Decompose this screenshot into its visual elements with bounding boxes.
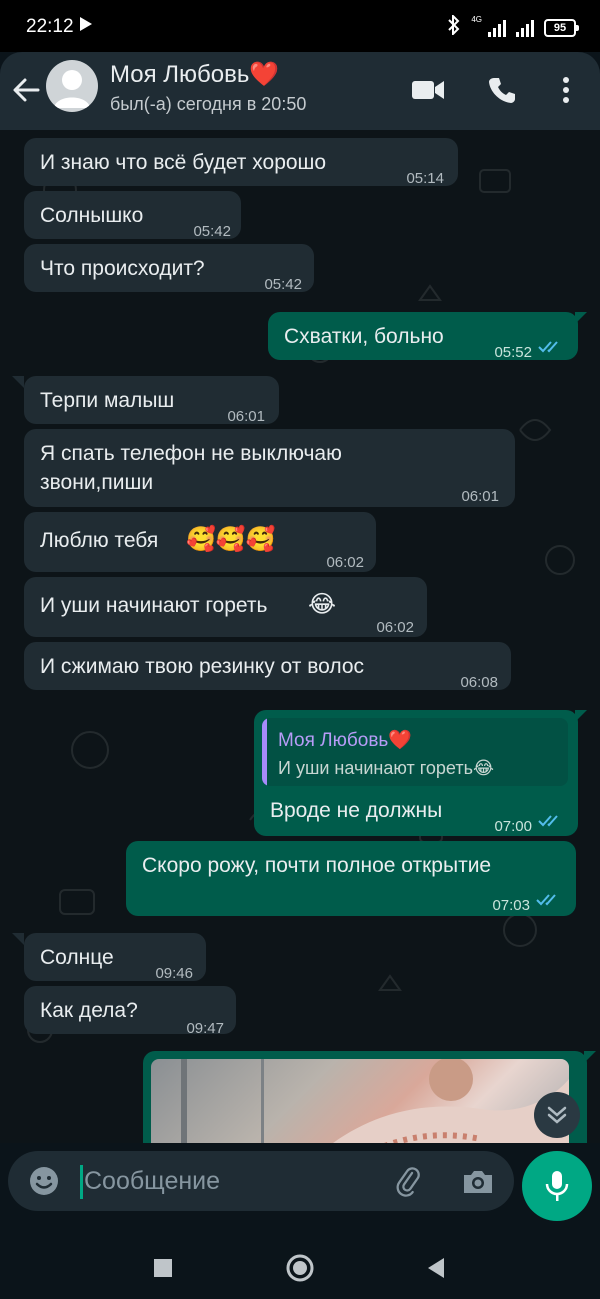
- message-incoming[interactable]: Солнышко 05:42: [24, 191, 241, 240]
- arrow-left-icon[interactable]: [8, 72, 44, 108]
- phone-icon[interactable]: [482, 70, 522, 110]
- last-seen-status: был(-а) сегодня в 20:50: [110, 94, 307, 114]
- recents-square-icon[interactable]: [148, 1253, 178, 1283]
- quoted-author: Моя Любовь❤️: [278, 730, 412, 751]
- message-text: И сжимаю твою резинку от волос: [40, 655, 365, 678]
- message-time: 06:08: [460, 674, 498, 691]
- message-text: Скоро рожу, почти полное открытие: [142, 854, 492, 877]
- message-text: И знаю что всё будет хорошо: [40, 151, 327, 174]
- video-call-icon[interactable]: [408, 70, 448, 110]
- message-incoming[interactable]: Я спать телефон не выключаю звони,пиши 0…: [24, 429, 515, 507]
- back-triangle-icon[interactable]: [422, 1253, 452, 1283]
- smiling-hearts-emoji: 🥰🥰🥰: [186, 525, 276, 553]
- message-time: 06:02: [326, 554, 364, 571]
- quote-accent-bar: [262, 718, 267, 786]
- message-text: Люблю тебя: [40, 529, 159, 552]
- bubble-tail: [12, 933, 24, 945]
- message-time: 09:47: [186, 1020, 224, 1037]
- message-time: 06:02: [376, 619, 414, 636]
- bluetooth-icon: [447, 13, 461, 40]
- media-playing-icon: [80, 17, 92, 31]
- status-time: 22:12: [26, 16, 74, 37]
- message-list[interactable]: И знаю что всё будет хорошо 05:14 Солныш…: [0, 130, 600, 1143]
- message-time: 05:42: [193, 223, 231, 240]
- bubble-tail: [12, 376, 24, 388]
- message-text: Солнце: [40, 946, 114, 969]
- message-text-line: Я спать телефон не выключаю: [40, 442, 342, 465]
- double-chevron-down-icon[interactable]: [534, 1092, 580, 1138]
- quoted-text: И уши начинают гореть😂: [278, 758, 494, 778]
- message-time: 07:00: [494, 818, 532, 835]
- message-input[interactable]: [84, 1163, 384, 1199]
- status-indicators: 4G 95: [447, 13, 579, 40]
- message-incoming[interactable]: Люблю тебя 🥰🥰🥰 06:02: [24, 512, 376, 572]
- battery-icon: 95: [544, 18, 579, 37]
- message-time: 06:01: [461, 488, 499, 505]
- camera-icon[interactable]: [460, 1163, 496, 1199]
- system-navigation-bar: [0, 1233, 600, 1299]
- message-incoming[interactable]: И сжимаю твою резинку от волос 06:08: [24, 642, 511, 691]
- network-type: 4G: [471, 15, 482, 24]
- message-incoming[interactable]: Как дела? 09:47: [24, 986, 236, 1037]
- message-incoming[interactable]: Что происходит? 05:42: [24, 244, 314, 293]
- avatar[interactable]: [46, 60, 98, 112]
- photo-preview[interactable]: [151, 1059, 569, 1143]
- chat-header: Моя Любовь❤️ был(-а) сегодня в 20:50: [0, 52, 600, 130]
- message-time: 07:03: [492, 897, 530, 914]
- quoted-message[interactable]: Моя Любовь❤️ И уши начинают гореть😂: [262, 718, 568, 786]
- read-ticks-icon: [538, 815, 558, 827]
- message-text: Как дела?: [40, 999, 138, 1022]
- signal-icon-2: [516, 19, 534, 37]
- read-ticks-icon: [538, 341, 558, 353]
- emoji-icon[interactable]: [26, 1163, 62, 1199]
- message-time: 06:01: [227, 408, 265, 425]
- message-text-line: звони,пиши: [40, 471, 154, 494]
- message-outgoing[interactable]: Скоро рожу, почти полное открытие 07:03: [126, 841, 576, 916]
- composer-bar: [0, 1143, 600, 1233]
- message-text: Солнышко: [40, 204, 144, 227]
- read-ticks-icon: [536, 894, 556, 906]
- message-incoming[interactable]: Терпи малыш 06:01: [24, 376, 279, 425]
- message-text: Что происходит?: [40, 257, 205, 280]
- status-bar: 22:12 4G 95: [0, 0, 600, 52]
- message-time: 05:42: [264, 276, 302, 293]
- message-time: 09:46: [155, 965, 193, 982]
- message-time: 05:14: [406, 170, 444, 187]
- message-text: Вроде не должны: [270, 799, 443, 822]
- message-outgoing-reply[interactable]: Моя Любовь❤️ И уши начинают гореть😂 Врод…: [254, 710, 578, 836]
- message-incoming[interactable]: И знаю что всё будет хорошо 05:14: [24, 138, 458, 187]
- message-incoming[interactable]: Солнце 09:46: [24, 933, 206, 982]
- message-text: Схватки, больно: [284, 325, 444, 348]
- home-circle-icon[interactable]: [285, 1253, 315, 1283]
- more-vertical-icon[interactable]: [546, 70, 586, 110]
- paperclip-icon[interactable]: [390, 1163, 426, 1199]
- contact-name[interactable]: Моя Любовь❤️: [110, 60, 279, 89]
- message-text: Терпи малыш: [40, 389, 175, 412]
- message-incoming[interactable]: И уши начинают гореть 😂 06:02: [24, 577, 427, 637]
- message-text: И уши начинают гореть: [40, 594, 268, 617]
- text-cursor: [80, 1165, 83, 1199]
- signal-icon: [488, 19, 506, 37]
- tears-of-joy-emoji: 😂: [308, 590, 337, 618]
- mic-icon[interactable]: [522, 1151, 592, 1221]
- message-time: 05:52: [494, 344, 532, 361]
- message-outgoing[interactable]: Схватки, больно 05:52: [268, 312, 578, 361]
- message-outgoing-media[interactable]: [143, 1051, 587, 1143]
- message-input-container[interactable]: [8, 1151, 514, 1211]
